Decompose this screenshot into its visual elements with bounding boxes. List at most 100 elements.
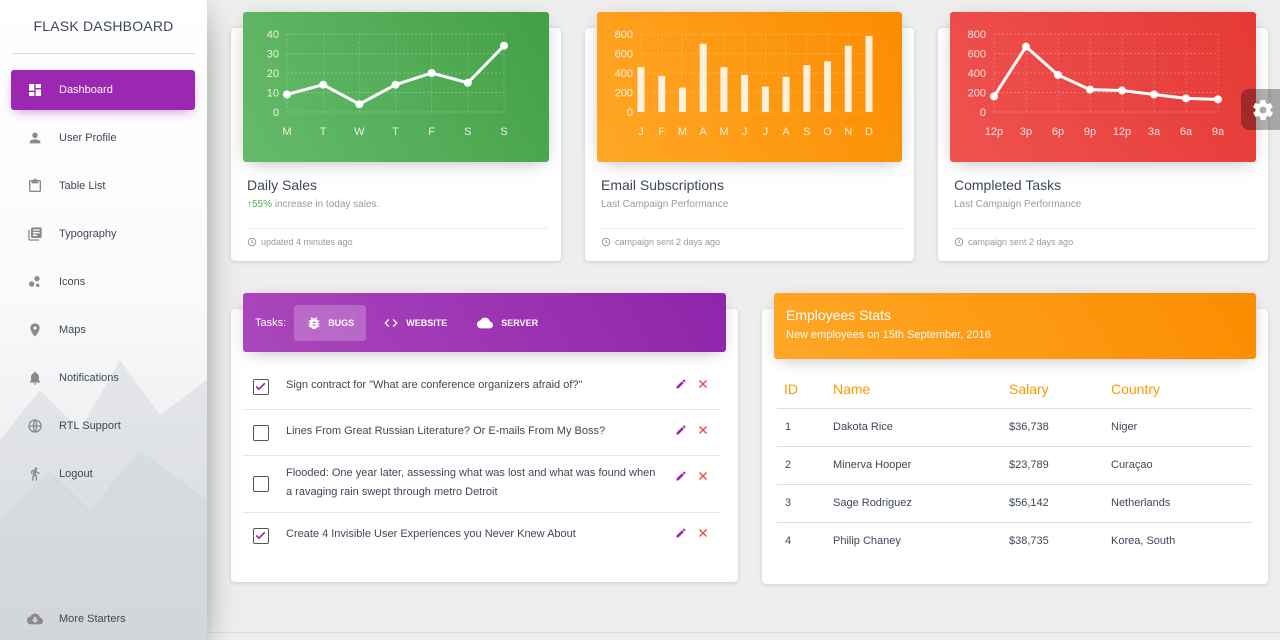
- tab-server[interactable]: SERVER: [463, 305, 550, 341]
- cloud-download-icon: [25, 609, 45, 629]
- y-tick-label: 200: [615, 88, 633, 100]
- y-tick-label: 800: [968, 29, 986, 41]
- task-actions: [675, 527, 709, 539]
- category-text: increase in today sales.: [272, 199, 380, 210]
- increase-percent: 55%: [252, 199, 273, 210]
- close-icon[interactable]: [697, 527, 709, 539]
- close-icon[interactable]: [697, 424, 709, 436]
- x-tick-label: 3p: [1020, 126, 1032, 138]
- x-tick-label: A: [700, 126, 708, 138]
- footer-text: campaign sent 2 days ago: [615, 237, 721, 247]
- x-tick-label: S: [803, 126, 810, 138]
- check-icon: [255, 531, 266, 540]
- y-tick-label: 600: [615, 49, 633, 61]
- x-tick-label: 6a: [1180, 126, 1193, 138]
- task-text: Lines From Great Russian Literature? Or …: [286, 425, 606, 437]
- card-footer: updated 4 minutes ago: [247, 228, 549, 247]
- cell-country: Netherlands: [1111, 497, 1171, 509]
- settings-gear-button[interactable]: [1241, 89, 1280, 130]
- data-point: [319, 80, 328, 89]
- edit-icon[interactable]: [675, 470, 687, 482]
- x-tick-label: W: [354, 126, 365, 138]
- task-checkbox[interactable]: [253, 425, 269, 441]
- footer-text: campaign sent 2 days ago: [968, 237, 1074, 247]
- gear-icon: [1253, 99, 1273, 120]
- y-tick-label: 400: [615, 68, 633, 80]
- nav-dashboard[interactable]: Dashboard: [11, 70, 195, 110]
- x-tick-label: S: [464, 126, 471, 138]
- nav-user-profile[interactable]: User Profile: [11, 118, 195, 158]
- nav-label: More Starters: [59, 613, 126, 625]
- tab-website[interactable]: WEBSITE: [370, 305, 459, 341]
- nav-label: Typography: [59, 228, 117, 240]
- y-tick-label: 10: [267, 88, 279, 100]
- nav-notifications[interactable]: Notifications: [11, 358, 195, 398]
- footer-divider: [207, 632, 1280, 633]
- edit-icon[interactable]: [675, 424, 687, 436]
- data-point: [463, 78, 472, 87]
- task-row: Flooded: One year later, assessing what …: [243, 456, 721, 513]
- nav-maps[interactable]: Maps: [11, 310, 195, 350]
- nav-icons[interactable]: Icons: [11, 262, 195, 302]
- employees-subtitle: New employees on 15th September, 2016: [786, 329, 991, 341]
- dashboard-icon: [25, 80, 45, 100]
- cell-salary: $23,789: [1009, 459, 1049, 471]
- cell-country: Korea, South: [1111, 535, 1176, 547]
- nav-rtl-support[interactable]: RTL Support: [11, 406, 195, 446]
- close-icon[interactable]: [697, 378, 709, 390]
- cell-salary: $36,738: [1009, 421, 1049, 433]
- cell-country: Curaçao: [1111, 459, 1153, 471]
- x-tick-label: J: [763, 126, 769, 138]
- task-checkbox[interactable]: [253, 528, 269, 544]
- x-tick-label: A: [782, 126, 790, 138]
- data-point: [1150, 90, 1158, 99]
- close-icon[interactable]: [697, 470, 709, 482]
- data-point: [1182, 94, 1190, 103]
- y-tick-label: 30: [267, 49, 279, 61]
- bell-icon: [25, 368, 45, 388]
- x-tick-label: T: [320, 126, 327, 138]
- employees-title: Employees Stats: [786, 307, 892, 323]
- task-text: Flooded: One year later, assessing what …: [286, 467, 656, 498]
- person-icon: [25, 128, 45, 148]
- edit-icon[interactable]: [675, 527, 687, 539]
- y-tick-label: 800: [615, 29, 633, 41]
- nav-label: Logout: [59, 468, 93, 480]
- data-point: [283, 90, 291, 99]
- tab-bugs[interactable]: BUGS: [294, 304, 367, 341]
- card-category: Last Campaign Performance: [601, 199, 729, 210]
- brand-logo-text[interactable]: FLASK DASHBOARD: [12, 0, 195, 54]
- nav-label: Notifications: [59, 372, 119, 384]
- cell-salary: $56,142: [1009, 497, 1049, 509]
- bar: [761, 86, 769, 112]
- task-checkbox[interactable]: [253, 379, 269, 395]
- data-point: [1054, 70, 1062, 79]
- tasks-tab-header: Tasks: BUGS WEBSITE SERVER: [243, 293, 726, 352]
- employees-header: Employees Stats New employees on 15th Se…: [774, 293, 1256, 359]
- nav-table-list[interactable]: Table List: [11, 166, 195, 206]
- card-title: Email Subscriptions: [601, 177, 724, 193]
- card-title: Daily Sales: [247, 177, 318, 193]
- tab-label: BUGS: [328, 317, 355, 328]
- data-point: [1214, 95, 1222, 104]
- x-tick-label: S: [500, 126, 507, 138]
- cell-name: Philip Chaney: [833, 535, 901, 547]
- nav-more-starters[interactable]: More Starters: [11, 599, 195, 639]
- edit-icon[interactable]: [675, 378, 687, 390]
- y-tick-label: 40: [267, 29, 279, 41]
- data-point: [500, 41, 508, 50]
- footer-text: updated 4 minutes ago: [261, 237, 353, 247]
- bar: [637, 67, 645, 112]
- nav-logout[interactable]: Logout: [11, 454, 195, 494]
- nav-typography[interactable]: Typography: [11, 214, 195, 254]
- table-row: 2 Minerva Hooper $23,789 Curaçao: [777, 447, 1252, 485]
- nav-label: Icons: [59, 276, 86, 288]
- table-header-id: ID: [784, 381, 798, 397]
- bar: [782, 76, 790, 112]
- task-checkbox[interactable]: [253, 476, 269, 492]
- x-tick-label: 12p: [1113, 126, 1131, 138]
- bubble-chart-icon: [25, 272, 45, 292]
- table-row: 3 Sage Rodriguez $56,142 Netherlands: [777, 485, 1252, 523]
- daily-sales-chart-header: 0 10 20 30 40 M T W T F S S: [243, 12, 549, 162]
- nav-label: User Profile: [59, 132, 117, 144]
